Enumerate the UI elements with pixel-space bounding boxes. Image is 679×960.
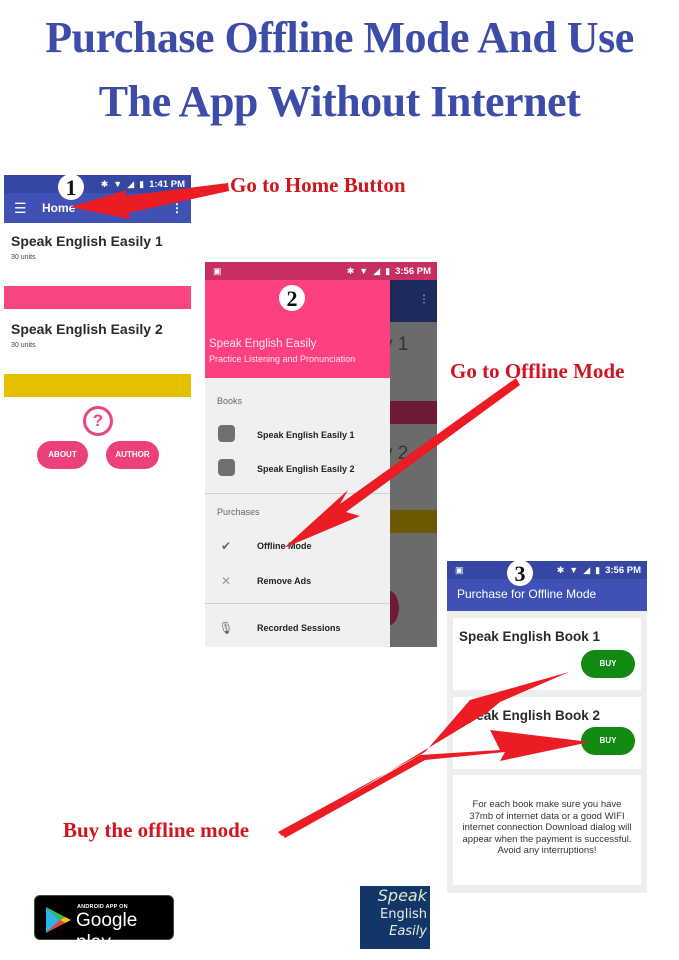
status-bar: ▣ ✱ ▼ ◢ ▮ 3:56 PM — [447, 561, 647, 579]
drawer-title: Speak English Easily — [209, 338, 317, 350]
check-circle-icon: ✔ — [220, 539, 232, 553]
wifi-icon: ▼ — [359, 265, 369, 276]
bluetooth-icon: ✱ — [100, 178, 109, 189]
image-icon: ▣ — [213, 265, 222, 276]
section-books: Books — [217, 396, 243, 406]
book-units: 30 units — [11, 254, 36, 261]
buy-button[interactable]: BUY — [581, 727, 635, 755]
background-stripe — [390, 401, 437, 424]
navigation-drawer: ▣ ✱ ▼ ◢ ▮ 3:56 PM Speak English Easily P… — [205, 262, 437, 647]
page-title: Purchase for Offline Mode — [457, 587, 597, 601]
screen-home: ✱ ▼ ◢ ▮ 1:41 PM ☰ Home ⋮ Speak English E… — [4, 175, 191, 475]
headline-line-2: The App Without Internet — [98, 77, 581, 126]
status-time: 3:56 PM — [605, 564, 641, 576]
drawer-item-recorded-sessions[interactable]: 🎙 Recorded Sessions — [205, 614, 390, 642]
battery-icon: ▮ — [139, 178, 145, 189]
buy-button[interactable]: BUY — [581, 650, 635, 678]
image-icon: ▣ — [455, 564, 464, 575]
step-badge-3: 3 — [507, 560, 533, 586]
product-card: Speak English Book 1 BUY — [453, 618, 641, 690]
book-icon — [217, 459, 235, 479]
callout-buy: Buy the offline mode — [63, 818, 250, 842]
logo-line: Easily — [389, 924, 427, 939]
drawer-item-book-1[interactable]: Speak English Easily 1 — [205, 421, 390, 449]
signal-icon: ◢ — [373, 265, 381, 276]
drawer-item-label: Remove Ads — [257, 576, 312, 586]
logo-line: Speak — [377, 886, 427, 905]
divider — [205, 493, 390, 494]
signal-icon: ◢ — [127, 178, 135, 189]
toolbar-title[interactable]: Home — [42, 201, 75, 215]
google-play-icon — [46, 907, 71, 933]
info-note: For each book make sure you have 37mb of… — [462, 799, 632, 856]
battery-icon: ▮ — [385, 265, 391, 276]
close-icon: ✕ — [220, 574, 232, 588]
book-color-bar[interactable] — [4, 286, 191, 309]
section-purchases: Purchases — [217, 507, 260, 517]
book-icon — [217, 425, 235, 445]
google-play-badge[interactable]: ANDROID APP ON Google play — [34, 895, 174, 953]
badge-big-text: Google play — [76, 910, 138, 953]
more-vert-icon: ⋮ — [419, 294, 429, 305]
app-bar: ✱ ▼ ◢ ▮ 1:41 PM ☰ Home ⋮ — [4, 175, 191, 223]
bluetooth-icon: ✱ — [556, 564, 565, 575]
status-time: 3:56 PM — [395, 265, 431, 277]
status-time: 1:41 PM — [149, 178, 185, 190]
author-button[interactable]: AUTHOR — [106, 441, 159, 469]
wifi-icon: ▼ — [569, 564, 579, 575]
more-vert-icon[interactable]: ⋮ — [171, 201, 183, 215]
drawer-item-label: Speak English Easily 2 — [257, 464, 355, 474]
drawer-item-offline-mode[interactable]: ✔ Offline Mode — [205, 532, 390, 560]
callout-home: Go to Home Button — [230, 173, 406, 197]
screen-purchase: ▣ ✱ ▼ ◢ ▮ 3:56 PM Purchase for Offline M… — [447, 561, 647, 893]
drawer-item-label: Offline Mode — [257, 541, 312, 551]
book-title[interactable]: Speak English Easily 1 — [11, 233, 163, 249]
signal-icon: ◢ — [583, 564, 591, 575]
app-bar: ▣ ✱ ▼ ◢ ▮ 3:56 PM Purchase for Offline M… — [447, 561, 647, 611]
book-color-bar[interactable] — [4, 374, 191, 397]
hamburger-menu-icon[interactable]: ☰ — [14, 200, 30, 217]
headline-line-1: Purchase Offline Mode And Use — [45, 13, 634, 62]
logo-line: English — [380, 907, 427, 922]
callout-offline: Go to Offline Mode — [450, 359, 625, 383]
drawer-subtitle: Practice Listening and Pronunciation — [209, 354, 356, 364]
drawer-item-label: Recorded Sessions — [257, 623, 341, 633]
drawer-header: ▣ ✱ ▼ ◢ ▮ 3:56 PM Speak English Easily P… — [205, 262, 437, 378]
divider — [205, 603, 390, 604]
speak-english-easily-logo: Speak English Easily — [360, 886, 430, 949]
status-bar: ▣ ✱ ▼ ◢ ▮ 3:56 PM — [205, 262, 437, 280]
product-card: Speak English Book 2 BUY — [453, 697, 641, 769]
status-bar: ✱ ▼ ◢ ▮ 1:41 PM — [4, 175, 191, 193]
about-button[interactable]: ABOUT — [37, 441, 88, 469]
step-badge-2: 2 — [279, 285, 305, 311]
product-title: Speak English Book 2 — [459, 708, 601, 723]
book-units: 30 units — [11, 342, 36, 349]
drawer-item-book-2[interactable]: Speak English Easily 2 — [205, 455, 390, 483]
product-title: Speak English Book 1 — [459, 629, 601, 644]
info-card: For each book make sure you have 37mb of… — [453, 775, 641, 885]
drawer-item-remove-ads[interactable]: ✕ Remove Ads — [205, 567, 390, 595]
background-stripe — [390, 510, 437, 533]
screen-drawer: ⋮ y 1 y 2 ▣ ✱ ▼ ◢ ▮ 3:56 PM Speak Englis… — [205, 262, 437, 647]
battery-icon: ▮ — [595, 564, 601, 575]
microphone-icon: 🎙 — [218, 621, 234, 635]
help-icon[interactable]: ? — [83, 406, 113, 436]
wifi-icon: ▼ — [113, 178, 123, 189]
book-title[interactable]: Speak English Easily 2 — [11, 321, 163, 337]
drawer-item-label: Speak English Easily 1 — [257, 430, 355, 440]
step-badge-1: 1 — [58, 174, 84, 200]
toolbar: ☰ Home ⋮ — [4, 193, 191, 223]
bluetooth-icon: ✱ — [346, 265, 355, 276]
